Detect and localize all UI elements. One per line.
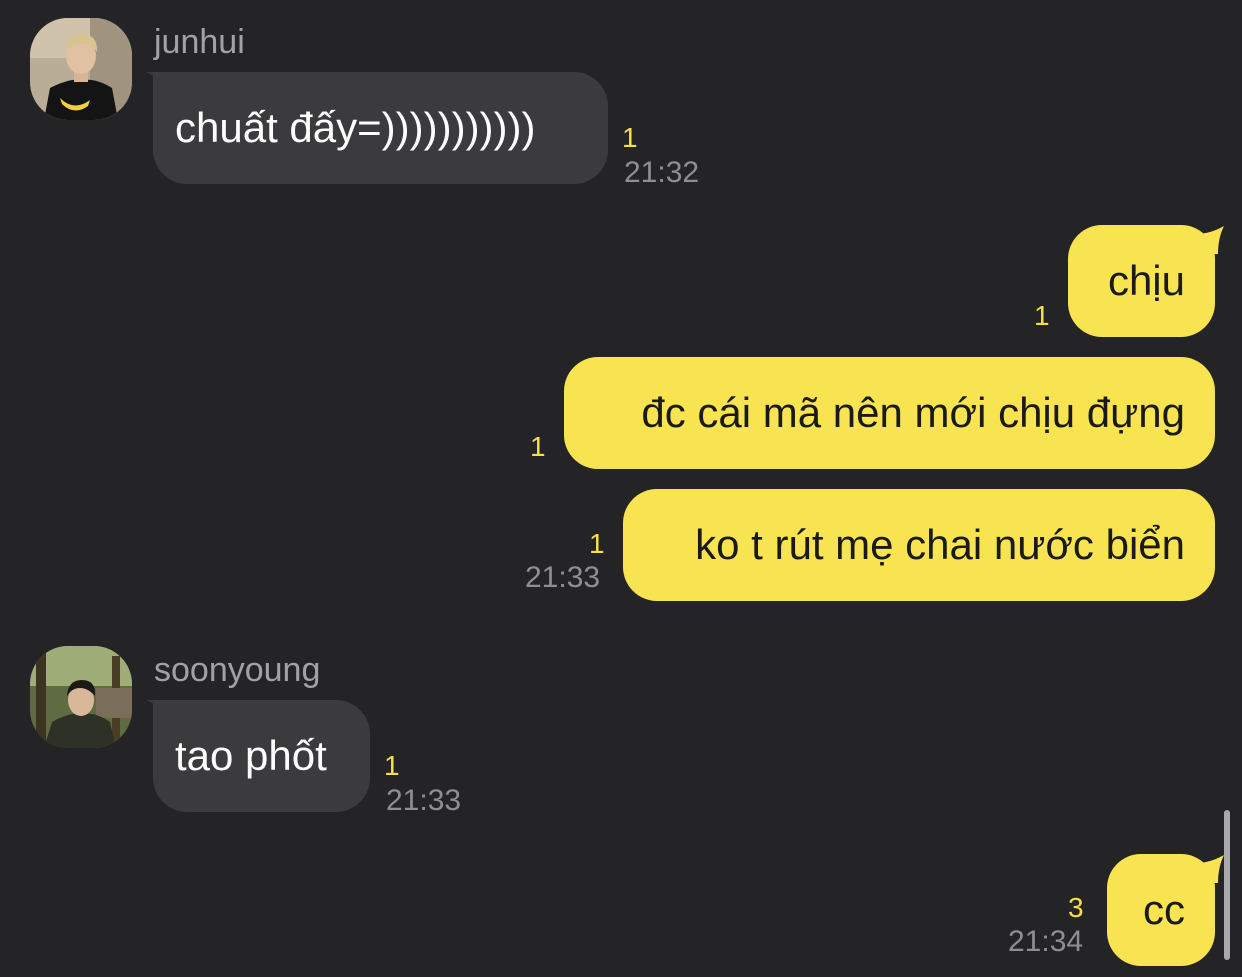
sender-name: soonyoung [154,651,321,689]
message-time: 21:33 [525,561,601,594]
avatar-junhui-photo [30,18,132,120]
chat-view[interactable]: junhui chuất đấy=))))))))))) 1 21:32 chị… [0,0,1242,977]
unread-count: 1 [622,122,638,153]
avatar-junhui[interactable] [30,18,132,120]
message-bubble-incoming[interactable]: chuất đấy=))))))))))) [153,72,608,184]
message-time: 21:32 [624,156,700,189]
avatar-soonyoung[interactable] [30,646,132,748]
unread-count: 3 [1068,892,1084,923]
unread-count: 1 [589,528,605,559]
sender-name: junhui [154,23,245,61]
message-time: 21:34 [1008,925,1084,958]
unread-count: 1 [384,750,400,781]
unread-count: 1 [530,431,546,462]
scrollbar[interactable] [1224,810,1230,960]
message-time: 21:33 [386,784,462,817]
message-bubble-outgoing[interactable]: chịu [1068,225,1215,337]
message-bubble-outgoing[interactable]: đc cái mã nên mới chịu đựng [564,357,1215,469]
message-bubble-outgoing[interactable]: ko t rút mẹ chai nước biển [623,489,1215,601]
unread-count: 1 [1034,300,1050,331]
message-bubble-incoming[interactable]: tao phốt [153,700,370,812]
avatar-soonyoung-photo [30,646,132,748]
message-bubble-outgoing[interactable]: cc [1107,854,1215,966]
